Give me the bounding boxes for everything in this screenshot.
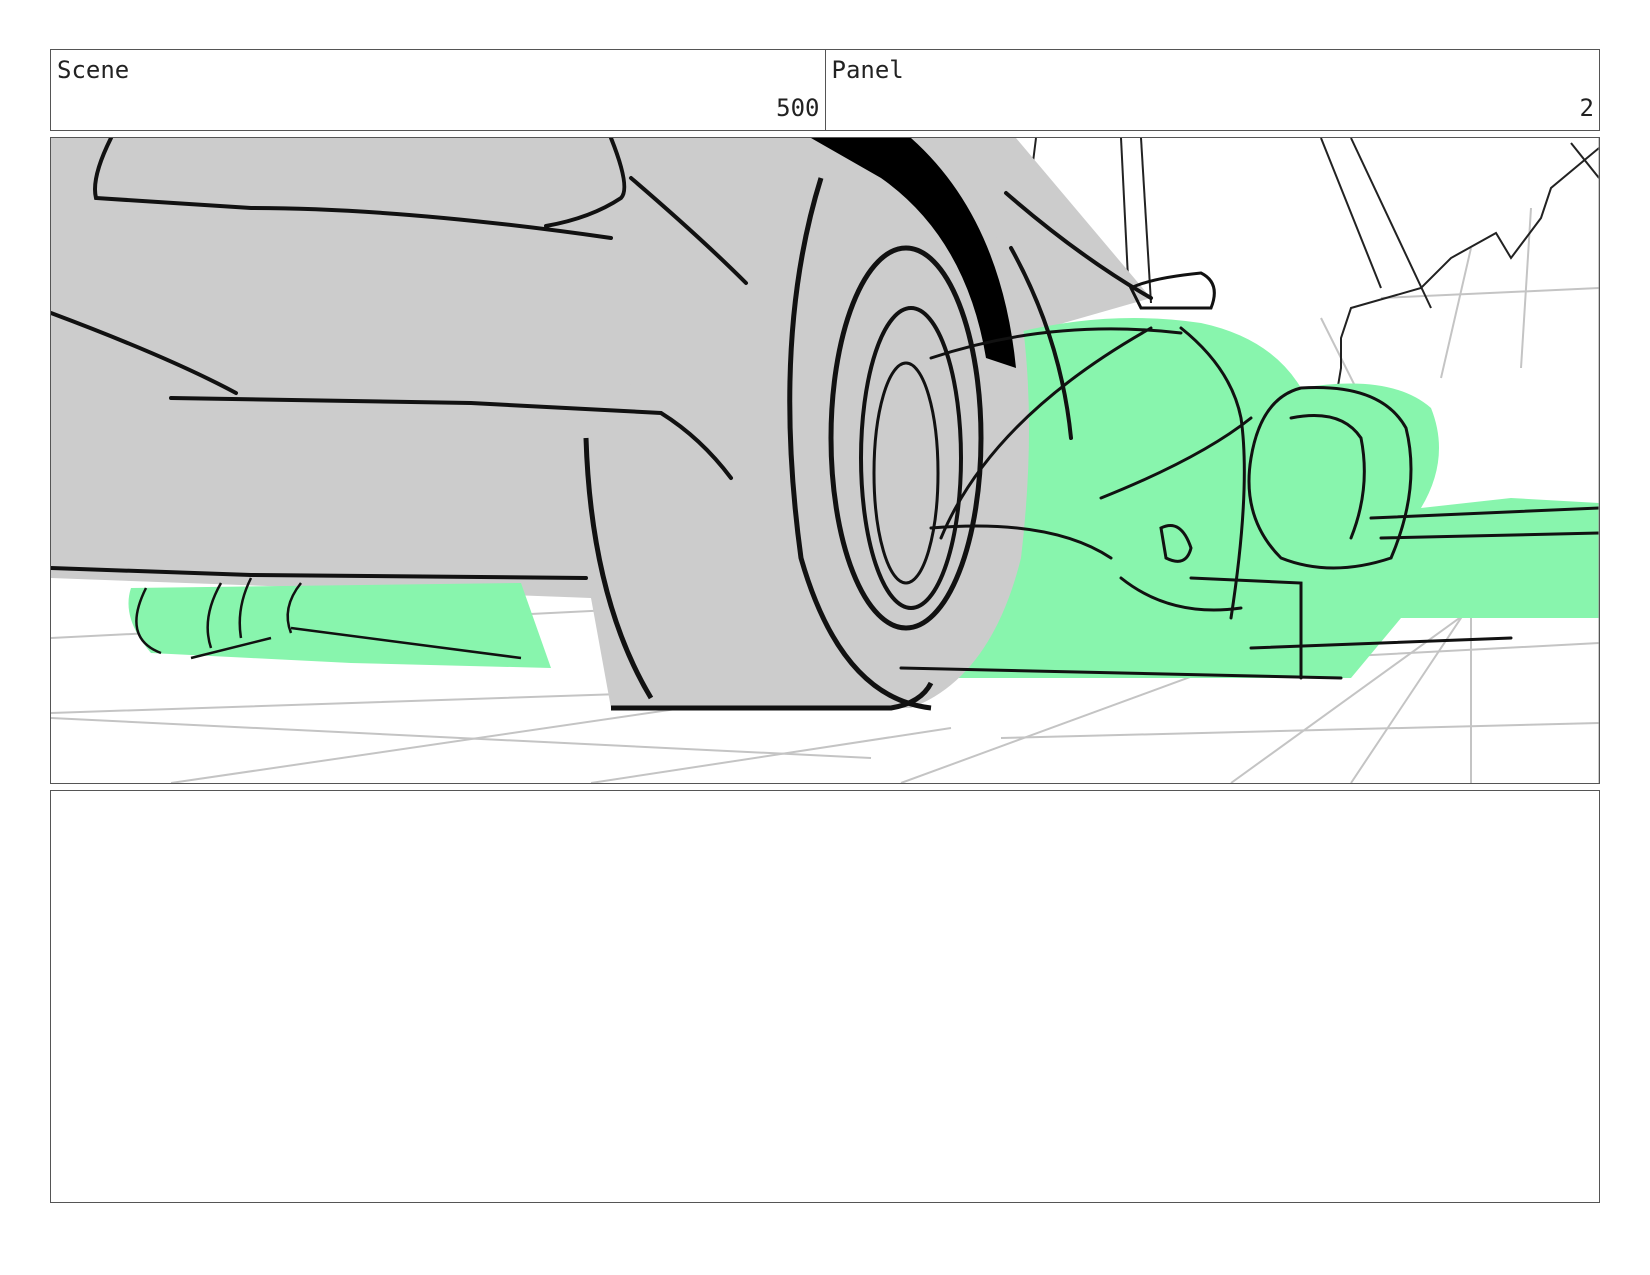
storyboard-sketch [51, 138, 1599, 783]
storyboard-frame [50, 137, 1600, 784]
panel-number: 2 [1579, 94, 1594, 122]
notes-box[interactable] [50, 790, 1600, 1203]
scene-label: Scene [57, 56, 130, 84]
scene-cell: Scene 500 [51, 50, 825, 130]
scene-number: 500 [776, 94, 820, 122]
panel-header: Scene 500 Panel 2 [50, 49, 1600, 131]
panel-cell: Panel 2 [824, 50, 1600, 130]
panel-label: Panel [831, 56, 904, 84]
